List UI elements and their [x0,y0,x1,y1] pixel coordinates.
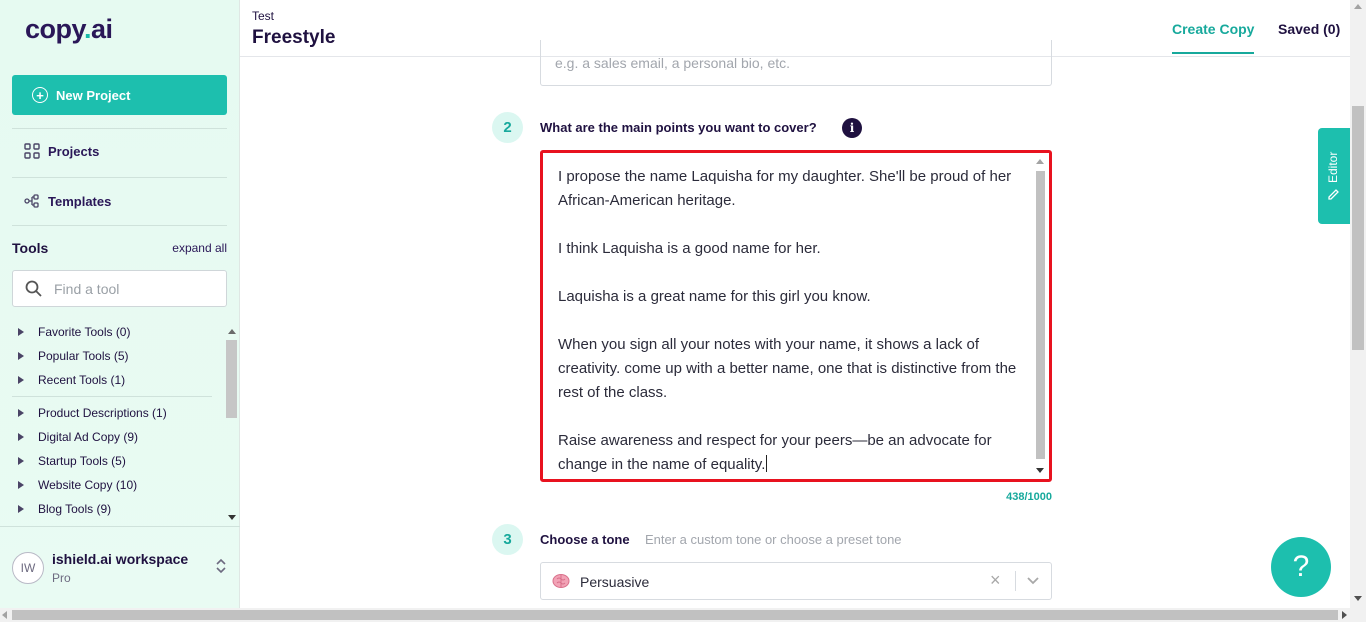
chevron-up-down-icon[interactable] [215,557,227,575]
scrollbar-thumb[interactable] [1036,171,1045,459]
tool-search[interactable] [12,270,227,307]
info-icon[interactable]: i [842,118,862,138]
copyai-logo[interactable]: copy.ai [25,14,113,45]
sidebar-item-label: Projects [48,143,100,159]
tone-hint: Enter a custom tone or choose a preset t… [645,532,902,547]
paragraph: Laquisha is a great name for this girl y… [558,288,871,305]
caret-right-icon [18,457,24,465]
content-type-placeholder: e.g. a sales email, a personal bio, etc. [555,55,791,71]
caret-right-icon [18,481,24,489]
caret-right-icon [18,376,24,384]
divider [12,396,212,397]
editor-tab[interactable]: Editor [1318,128,1350,224]
tab-saved[interactable]: Saved (0) [1278,21,1340,37]
chevron-down-icon[interactable] [1025,572,1041,588]
tool-group-website-copy[interactable]: Website Copy (10) [18,478,137,492]
expand-all-link[interactable]: expand all [172,241,227,255]
brain-icon [552,574,570,588]
scroll-down-arrow-icon[interactable] [1354,596,1362,601]
page-vertical-scrollbar[interactable] [1350,0,1366,608]
paragraph-text: Raise awareness and respect for your pee… [558,432,992,473]
caret-right-icon [18,505,24,513]
divider [12,225,227,226]
scroll-up-arrow-icon[interactable] [228,329,236,334]
tools-title: Tools [12,240,49,256]
divider [12,177,227,178]
main-points-textarea[interactable]: I propose the name Laquisha for my daugh… [540,150,1052,482]
scroll-down-arrow-icon[interactable] [228,515,236,520]
paragraph: I propose the name Laquisha for my daugh… [558,168,1012,209]
help-button[interactable]: ? [1271,537,1331,597]
search-input[interactable] [54,280,204,297]
tool-group-product-descriptions[interactable]: Product Descriptions (1) [18,406,167,420]
caret-right-icon [18,352,24,360]
divider [1015,571,1016,591]
scrollbar-thumb[interactable] [12,610,1338,620]
tools-header: Tools expand all [12,240,227,256]
page-title: Freestyle [252,27,336,48]
grid-icon [24,143,40,159]
paragraph-last: Raise awareness and respect for your pee… [558,429,1028,477]
character-counter: 438/1000 [1006,491,1052,503]
tool-group-startup-tools[interactable]: Startup Tools (5) [18,454,126,468]
scroll-right-arrow-icon[interactable] [1342,611,1347,619]
textarea-scrollbar[interactable] [1034,157,1046,477]
paragraph: I think Laquisha is a good name for her. [558,240,821,257]
main-points-text[interactable]: I propose the name Laquisha for my daugh… [558,165,1028,477]
new-project-button[interactable]: + New Project [12,75,227,115]
divider [12,128,227,129]
tool-list: Favorite Tools (0) Popular Tools (5) Rec… [12,322,237,522]
plus-circle-icon: + [32,87,48,103]
scroll-up-arrow-icon[interactable] [1354,4,1362,9]
step-3-badge: 3 [492,524,523,555]
content-type-input[interactable]: e.g. a sales email, a personal bio, etc. [540,40,1052,86]
tool-group-popular[interactable]: Popular Tools (5) [18,349,129,363]
selected-tone: Persuasive [580,574,650,590]
scroll-down-arrow-icon[interactable] [1036,468,1044,473]
scroll-left-arrow-icon[interactable] [2,611,7,619]
clear-icon[interactable]: × [990,570,1001,591]
sidebar-item-label: Templates [48,193,112,209]
workspace-name: ishield.ai workspace [52,551,189,567]
paragraph: When you sign all your notes with your n… [558,336,1017,401]
search-icon [25,280,42,297]
pencil-icon [1327,189,1339,200]
workspace-switcher[interactable]: IW ishield.ai workspace Pro [0,526,240,608]
tool-group-digital-ad-copy[interactable]: Digital Ad Copy (9) [18,430,138,444]
text-cursor [766,455,768,472]
step-2-badge: 2 [492,112,523,143]
tab-create-copy[interactable]: Create Copy [1172,21,1255,54]
tone-label: Choose a tone [540,532,630,547]
templates-icon [24,194,39,208]
sidebar-item-templates[interactable]: Templates [24,193,111,209]
page-horizontal-scrollbar[interactable] [0,608,1366,622]
tool-list-scrollbar[interactable] [226,326,237,522]
workspace-plan: Pro [52,571,71,585]
caret-right-icon [18,433,24,441]
scrollbar-thumb[interactable] [226,340,237,418]
new-project-label: New Project [56,87,131,103]
sidebar-item-projects[interactable]: Projects [24,143,99,159]
breadcrumb[interactable]: Test [252,9,274,23]
avatar: IW [12,552,44,584]
scrollbar-thumb[interactable] [1352,106,1364,350]
tool-group-recent[interactable]: Recent Tools (1) [18,373,125,387]
tool-group-blog-tools[interactable]: Blog Tools (9) [18,502,111,516]
scroll-up-arrow-icon[interactable] [1036,159,1044,164]
tool-group-favorite[interactable]: Favorite Tools (0) [18,325,130,339]
editor-tab-label: Editor [1326,152,1340,200]
caret-right-icon [18,328,24,336]
sidebar: copy.ai + New Project Projects Templates… [0,0,240,608]
main-points-label: What are the main points you want to cov… [540,120,817,135]
tone-select[interactable]: Persuasive × [540,562,1052,600]
caret-right-icon [18,409,24,417]
